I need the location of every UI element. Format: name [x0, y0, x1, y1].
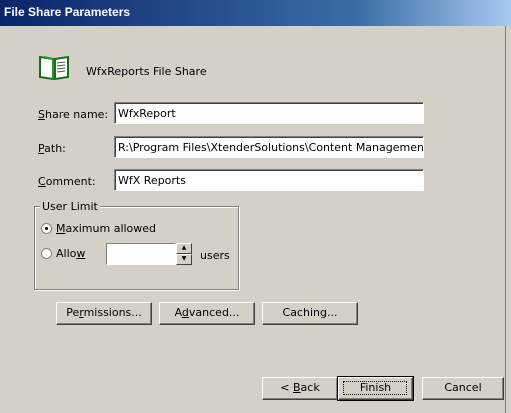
cancel-button[interactable]: Cancel	[422, 377, 504, 400]
spin-down-icon[interactable]: ▼	[176, 254, 192, 265]
allow-radio[interactable]	[41, 248, 52, 259]
share-heading: WfxReports File Share	[86, 65, 207, 78]
advanced-button[interactable]: Advanced...	[159, 302, 255, 325]
permissions-button[interactable]: Permissions...	[56, 302, 152, 325]
path-field[interactable]: R:\Program Files\XtenderSolutions\Conten…	[114, 136, 424, 158]
back-button[interactable]: < Back	[262, 377, 338, 400]
comment-field[interactable]: WfX Reports	[114, 169, 424, 191]
allow-label[interactable]: Allow	[56, 247, 85, 260]
finish-button[interactable]: Finish	[337, 376, 414, 401]
window-title: File Share Parameters	[4, 5, 131, 19]
share-name-label: Share name:	[38, 108, 109, 121]
comment-label: Comment:	[38, 175, 96, 188]
book-icon	[39, 55, 69, 81]
maximum-allowed-radio[interactable]	[41, 223, 52, 234]
maximum-allowed-label[interactable]: Maximum allowed	[56, 222, 156, 235]
title-bar: File Share Parameters	[0, 0, 511, 26]
share-name-field[interactable]: WfxReport	[114, 102, 424, 124]
users-spinner[interactable]: ▲ ▼	[176, 243, 192, 265]
user-limit-title: User Limit	[40, 200, 100, 213]
caching-button[interactable]: Caching...	[262, 302, 358, 325]
spin-up-icon[interactable]: ▲	[176, 243, 192, 254]
allow-users-input[interactable]	[106, 243, 176, 265]
path-label: Path:	[38, 142, 66, 155]
right-edge-scrollbar[interactable]	[505, 26, 511, 413]
users-label: users	[200, 249, 230, 262]
